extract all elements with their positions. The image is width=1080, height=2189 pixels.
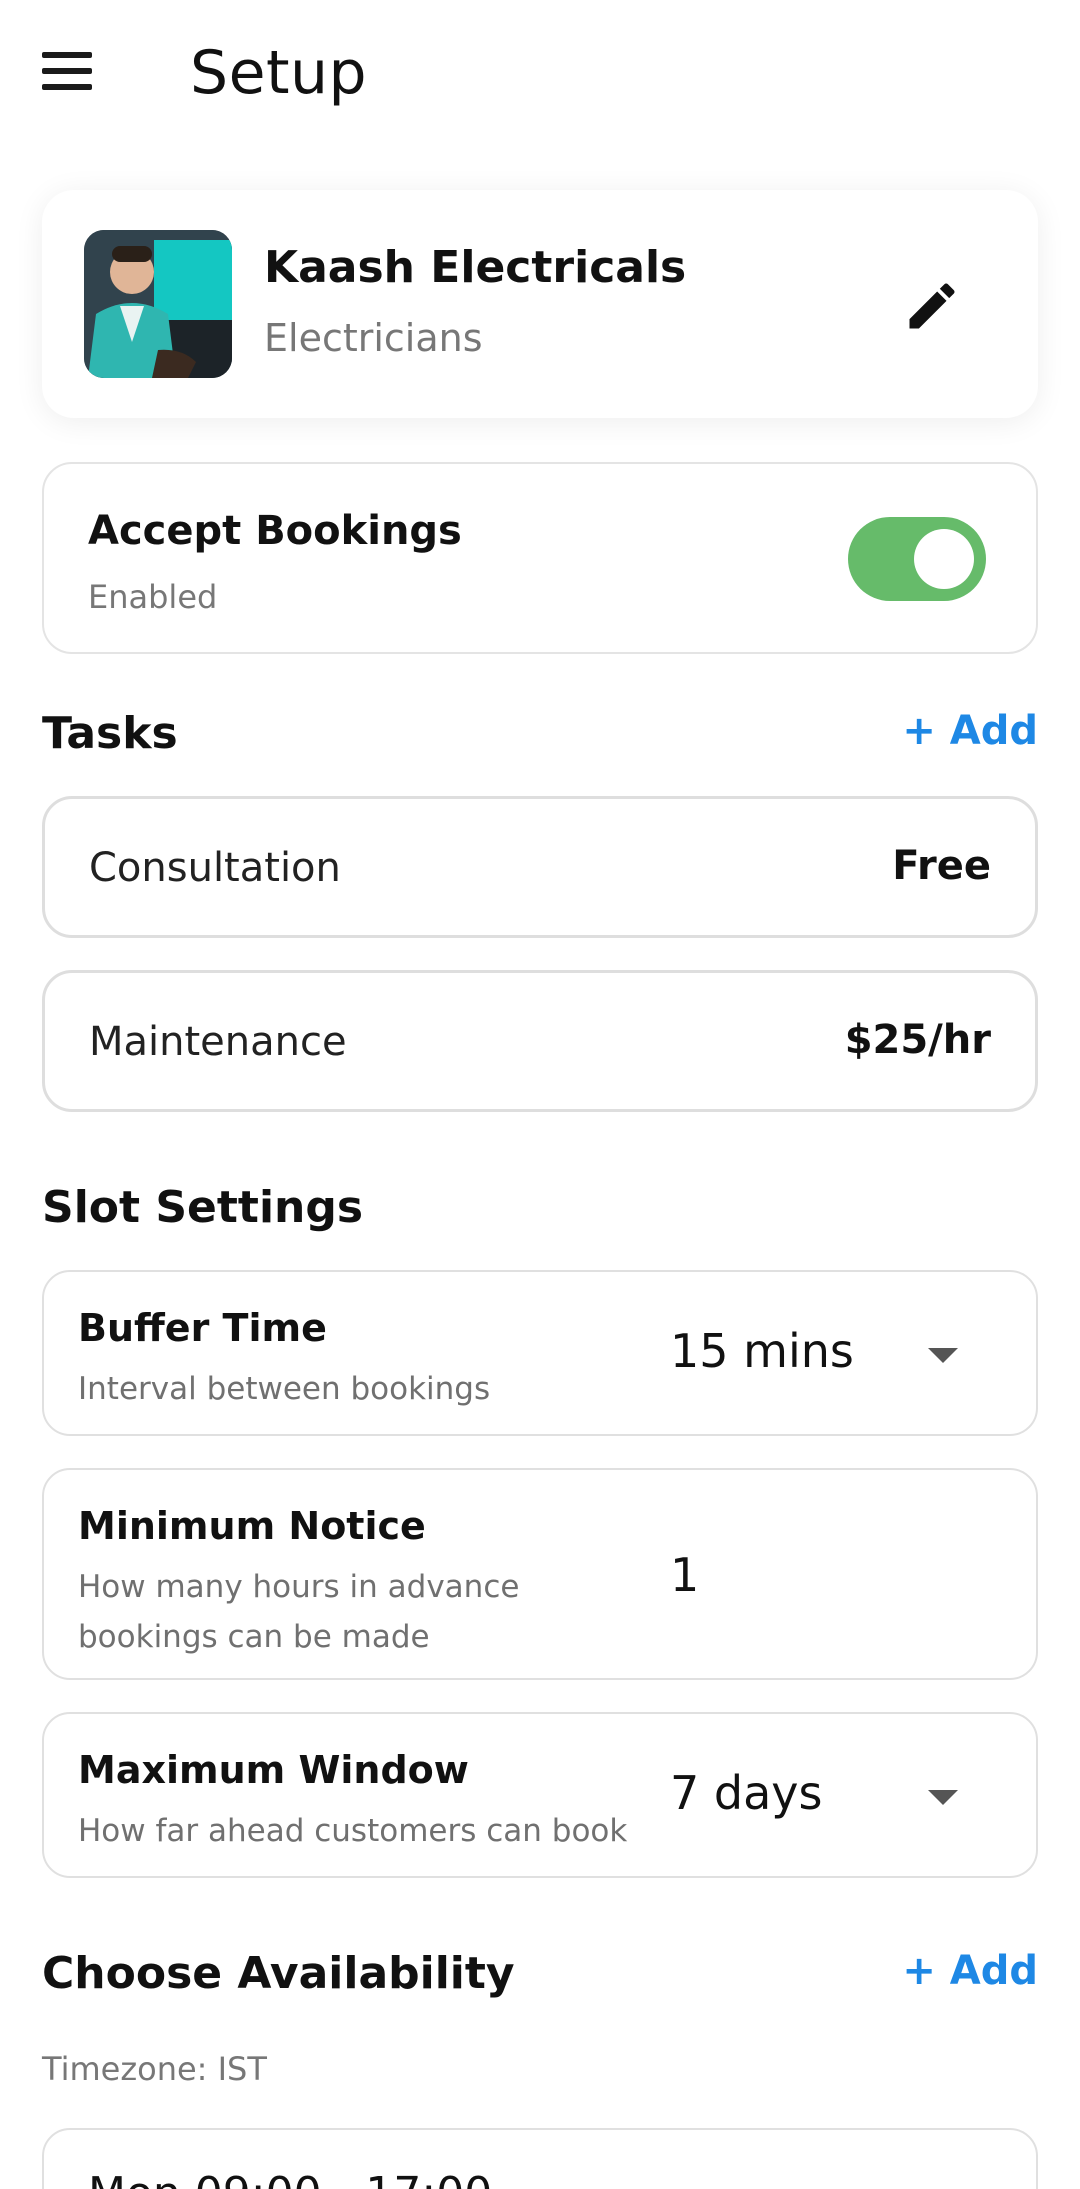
pencil-edit-icon[interactable] bbox=[902, 276, 962, 336]
app-bar: Setup bbox=[0, 0, 1080, 150]
task-item-consultation[interactable]: Consultation Free bbox=[42, 796, 1038, 938]
maximum-window-dropdown[interactable]: 7 days bbox=[670, 1766, 822, 1820]
availability-item[interactable]: Mon 09:00 - 17:00 bbox=[42, 2128, 1038, 2189]
accept-bookings-toggle[interactable] bbox=[848, 517, 986, 601]
availability-section-title: Choose Availability bbox=[42, 1948, 515, 1999]
hamburger-menu-icon[interactable] bbox=[42, 52, 106, 96]
add-task-button[interactable]: + Add bbox=[902, 708, 1038, 754]
minimum-notice-setting: Minimum Notice How many hours in advance… bbox=[42, 1468, 1038, 1680]
setting-title: Maximum Window bbox=[78, 1748, 469, 1792]
task-price: $25/hr bbox=[844, 1017, 991, 1063]
avatar-photo bbox=[84, 230, 232, 378]
setting-title: Minimum Notice bbox=[78, 1504, 426, 1548]
minimum-notice-input[interactable]: 1 bbox=[670, 1548, 699, 1602]
task-name: Maintenance bbox=[89, 1019, 347, 1065]
availability-slot: Mon 09:00 - 17:00 bbox=[88, 2168, 492, 2189]
maximum-window-setting: Maximum Window How far ahead customers c… bbox=[42, 1712, 1038, 1878]
setting-description: How far ahead customers can book bbox=[78, 1813, 628, 1849]
tasks-section-title: Tasks bbox=[42, 708, 178, 759]
dropdown-caret-icon[interactable] bbox=[928, 1790, 958, 1805]
setting-description: Interval between bookings bbox=[78, 1371, 491, 1407]
business-name: Kaash Electricals bbox=[264, 242, 687, 293]
slot-settings-title: Slot Settings bbox=[42, 1182, 364, 1233]
dropdown-caret-icon[interactable] bbox=[928, 1348, 958, 1363]
profile-card: Kaash Electricals Electricians bbox=[42, 190, 1038, 418]
accept-bookings-card: Accept Bookings Enabled bbox=[42, 462, 1038, 654]
buffer-time-dropdown[interactable]: 15 mins bbox=[670, 1324, 854, 1378]
add-availability-button[interactable]: + Add bbox=[902, 1948, 1038, 1994]
business-category: Electricians bbox=[264, 316, 483, 360]
task-price: Free bbox=[892, 843, 991, 889]
task-item-maintenance[interactable]: Maintenance $25/hr bbox=[42, 970, 1038, 1112]
avatar bbox=[84, 230, 232, 378]
toggle-knob bbox=[914, 529, 974, 589]
setting-title: Buffer Time bbox=[78, 1306, 327, 1350]
setting-description: How many hours in advance bookings can b… bbox=[78, 1569, 520, 1655]
page-title: Setup bbox=[190, 38, 368, 108]
buffer-time-setting: Buffer Time Interval between bookings 15… bbox=[42, 1270, 1038, 1436]
task-name: Consultation bbox=[89, 845, 341, 891]
accept-bookings-status: Enabled bbox=[88, 578, 218, 616]
accept-bookings-label: Accept Bookings bbox=[88, 508, 462, 554]
timezone-label: Timezone: IST bbox=[42, 2050, 267, 2088]
